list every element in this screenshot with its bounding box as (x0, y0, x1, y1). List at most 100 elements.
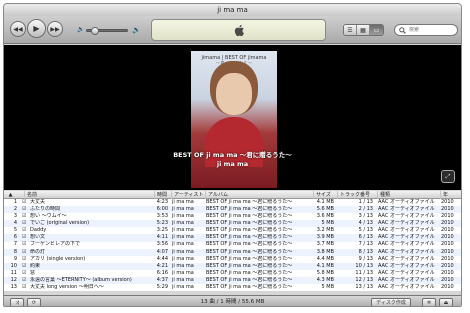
track-size: 5 MB (321, 220, 334, 227)
track-checkbox[interactable]: ☑ (22, 263, 26, 270)
track-name: 想い文 (30, 234, 46, 241)
track-checkbox[interactable]: ☑ (22, 199, 26, 206)
track-name: 想い ～ウムイ～ (30, 213, 67, 220)
track-num: 5 (13, 227, 17, 234)
track-checkbox[interactable]: ☑ (22, 249, 26, 256)
track-time: 5:23 (156, 220, 168, 227)
play-button[interactable]: ▶ (27, 19, 46, 38)
track-row[interactable]: ☑ 3 想い ～ウムイ～ 3:53 ji ma ma BEST OF ji ma ma ～… (4, 213, 461, 220)
track-row[interactable]: ☑ 1 大丈夫 4:23 ji ma ma BEST OF ji ma ma ～君に贈るう… (4, 199, 461, 206)
burn-disc-button[interactable]: ディスク作成 (371, 298, 411, 306)
column-header-kind[interactable]: 種類 (377, 191, 440, 199)
track-time: 6:16 (156, 269, 168, 276)
track-year: 2010 (441, 227, 454, 234)
track-row[interactable]: ☑ 2 ふたりの時間 6:00 ji ma ma BEST OF ji ma ma ～君に… (4, 206, 461, 214)
track-artist: ji ma ma (172, 241, 194, 248)
eject-button[interactable]: ⏏ (439, 298, 453, 306)
track-track: 6 / 13 (358, 234, 373, 241)
track-row[interactable]: ☑ 8 命の灯 4:07 ji ma ma BEST OF ji ma ma ～君に贈るう… (4, 248, 461, 256)
column-header-track[interactable]: トラック番号 (337, 191, 377, 199)
volume-high-icon: 🔊 (132, 26, 141, 34)
track-size: 4.3 MB (316, 276, 334, 283)
column-header-artist[interactable]: アーティスト (171, 191, 205, 199)
track-artist: ji ma ma (172, 283, 194, 290)
coverflow-view-button[interactable]: ▭ (370, 25, 383, 35)
list-view-button[interactable]: ☰ (344, 25, 357, 35)
track-checkbox[interactable]: ☑ (22, 277, 26, 284)
cover-caption-artist: ji ma ma (216, 160, 249, 168)
track-time: 4:37 (156, 276, 168, 283)
track-checkbox[interactable]: ☑ (22, 220, 26, 227)
track-checkbox[interactable]: ☑ (22, 256, 26, 263)
track-row[interactable]: ☑ 6 想い文 4:11 ji ma ma BEST OF ji ma ma ～君に贈るう… (4, 234, 461, 242)
track-name: 永遠の言葉 ～ETERNITY～ (album version) (30, 276, 132, 283)
track-row[interactable]: ☑ 11 窓 6:16 ji ma ma BEST OF ji ma ma ～君に贈るうた… (4, 270, 461, 277)
view-switcher: ☰ ▦ ▭ (343, 24, 384, 36)
track-kind: AAC オーディオファイル (378, 255, 435, 262)
track-checkbox[interactable]: ☑ (22, 206, 26, 213)
search-input[interactable] (409, 27, 457, 33)
column-header-size[interactable]: サイズ (313, 191, 337, 199)
fullscreen-icon[interactable]: ⤢ (441, 170, 455, 183)
track-kind: AAC オーディオファイル (378, 234, 435, 241)
search-field[interactable] (394, 24, 458, 36)
track-year: 2010 (441, 248, 454, 255)
track-album: BEST OF ji ma ma ～君に贈るうた～ (206, 269, 293, 276)
track-size: 4.4 MB (316, 255, 334, 262)
visualizer-button[interactable]: ✲ (422, 298, 436, 306)
track-track: 2 / 13 (358, 206, 373, 213)
track-year: 2010 (441, 255, 454, 262)
track-artist: ji ma ma (172, 199, 194, 205)
next-track-button[interactable]: ▶▶ (47, 21, 63, 37)
track-checkbox[interactable]: ☑ (22, 270, 26, 277)
shuffle-button[interactable]: ⤨ (10, 298, 24, 306)
track-num: 9 (13, 255, 17, 262)
track-size: 3.8 MB (316, 248, 334, 255)
track-checkbox[interactable]: ☑ (22, 213, 26, 220)
track-num: 6 (13, 234, 17, 241)
track-year: 2010 (441, 241, 454, 248)
sort-arrow-icon[interactable]: ▲ (4, 191, 17, 199)
track-num: 8 (13, 248, 17, 255)
column-header-album[interactable]: アルバム (205, 191, 313, 199)
track-kind: AAC オーディオファイル (378, 213, 435, 220)
track-checkbox[interactable]: ☑ (22, 241, 26, 248)
cover-caption-album: BEST OF ji ma ma ～君に贈るうた～ (173, 151, 292, 159)
track-num: 2 (13, 206, 17, 213)
volume-slider[interactable] (86, 27, 128, 35)
track-row[interactable]: ☑ 13 大丈夫 long version ～明日へ～ 5:29 ji ma ma BES… (4, 284, 461, 291)
track-name: アカリ (single version) (30, 255, 86, 262)
track-artist: ji ma ma (172, 248, 194, 255)
track-track: 8 / 13 (358, 248, 373, 255)
column-header-name[interactable]: 名前 (24, 191, 154, 199)
previous-track-button[interactable]: ◀◀ (10, 21, 26, 37)
track-size: 3.9 MB (316, 234, 334, 241)
column-header-time[interactable]: 時間 (154, 191, 171, 199)
track-track: 3 / 13 (358, 213, 373, 220)
track-time: 4:11 (156, 234, 168, 241)
track-row[interactable]: ☑ 5 Daddy 3:25 ji ma ma BEST OF ji ma ma ～君に贈… (4, 227, 461, 234)
track-row[interactable]: ☑ 10 約束 4:21 ji ma ma BEST OF ji ma ma ～君に贈るう… (4, 262, 461, 270)
track-checkbox[interactable]: ☑ (22, 234, 26, 241)
grid-view-button[interactable]: ▦ (357, 25, 370, 35)
track-checkbox[interactable]: ☑ (22, 227, 26, 234)
track-track: 7 / 13 (358, 241, 373, 248)
track-size: 4.1 MB (316, 199, 334, 205)
track-kind: AAC オーディオファイル (378, 276, 435, 283)
track-row[interactable]: ☑ 7 ブーゲンビレアの下で 3:56 ji ma ma BEST OF ji ma ma… (4, 241, 461, 248)
track-album: BEST OF ji ma ma ～君に贈るうた～ (206, 255, 293, 262)
repeat-button[interactable]: ⟳ (27, 298, 41, 306)
track-row[interactable]: ☑ 4 でいご (original version) 5:23 ji ma ma BEST… (4, 220, 461, 228)
track-album: BEST OF ji ma ma ～君に贈るうた～ (206, 262, 293, 269)
volume-slider-knob[interactable] (90, 27, 99, 35)
track-checkbox[interactable]: ☑ (22, 284, 26, 291)
track-kind: AAC オーディオファイル (378, 199, 435, 205)
track-num: 7 (13, 241, 17, 248)
track-track: 12 / 13 (355, 276, 373, 283)
track-row[interactable]: ☑ 9 アカリ (single version) 4:44 ji ma ma BEST O… (4, 256, 461, 263)
track-num: 3 (13, 213, 17, 220)
itunes-window: ji ma ma ◀◀ ▶ ▶▶ 🔈 🔊 ☰ ▦ ▭ 検索 jimama | B… (3, 3, 462, 307)
column-header-year[interactable]: 年 (440, 191, 461, 199)
window-title: ji ma ma (4, 4, 461, 16)
track-row[interactable]: ☑ 12 永遠の言葉 ～ETERNITY～ (album version) 4:37 j… (4, 276, 461, 285)
